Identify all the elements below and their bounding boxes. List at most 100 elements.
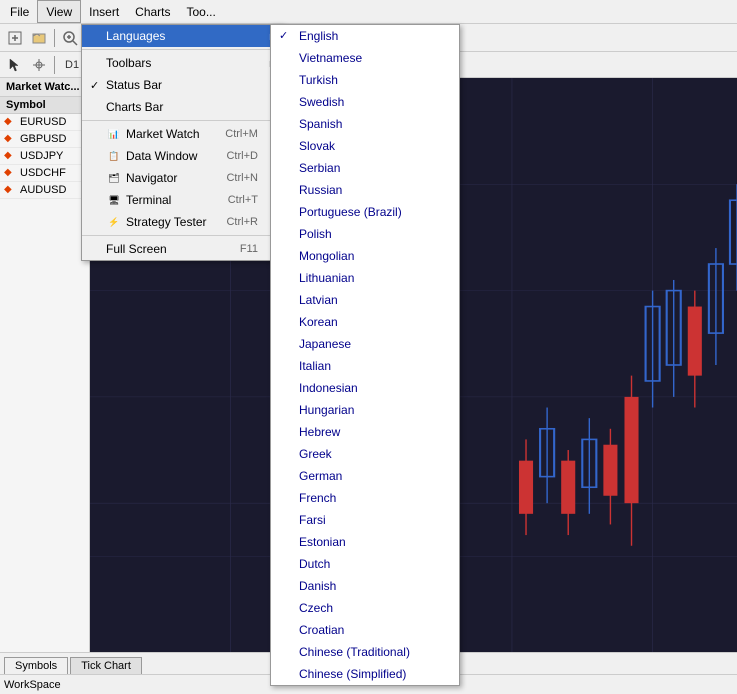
lang-item-danish[interactable]: Danish bbox=[271, 575, 459, 597]
menu-view[interactable]: View bbox=[37, 0, 81, 23]
lang-item-serbian[interactable]: Serbian bbox=[271, 157, 459, 179]
lang-item-label: German bbox=[299, 469, 342, 483]
view-toolbars[interactable]: Toolbars bbox=[82, 52, 282, 74]
lang-item-turkish[interactable]: Turkish bbox=[271, 69, 459, 91]
lang-item-indonesian[interactable]: Indonesian bbox=[271, 377, 459, 399]
lang-item-german[interactable]: German bbox=[271, 465, 459, 487]
languages-submenu: ✓EnglishVietnamese Turkish Swedish Spanish S… bbox=[270, 24, 460, 686]
terminal-menu-icon: 🖥 bbox=[106, 192, 122, 208]
lang-item-latvian[interactable]: Latvian bbox=[271, 289, 459, 311]
view-charts-bar-label: Charts Bar bbox=[106, 100, 163, 114]
lang-item-japanese[interactable]: Japanese bbox=[271, 333, 459, 355]
symbol-name-audusd: AUDUSD bbox=[20, 184, 66, 196]
lang-checkmark: ✓ bbox=[279, 29, 288, 42]
lang-item-portuguese--brazil-[interactable]: Portuguese (Brazil) bbox=[271, 201, 459, 223]
lang-item-french[interactable]: French bbox=[271, 487, 459, 509]
view-languages-label: Languages bbox=[106, 29, 165, 43]
sep-3 bbox=[54, 56, 55, 74]
tab-tick-chart[interactable]: Tick Chart bbox=[70, 657, 142, 674]
symbol-audusd[interactable]: ◆ AUDUSD bbox=[0, 182, 89, 199]
symbol-gbpusd[interactable]: ◆ GBPUSD bbox=[0, 131, 89, 148]
view-market-watch[interactable]: 📊 Market Watch Ctrl+M bbox=[82, 123, 282, 145]
lang-item-label: Hungarian bbox=[299, 403, 354, 417]
view-navigator[interactable]: 🗂 Navigator Ctrl+N bbox=[82, 167, 282, 189]
lang-item-farsi[interactable]: Farsi bbox=[271, 509, 459, 531]
lang-item-chinese--simplified-[interactable]: Chinese (Simplified) bbox=[271, 663, 459, 685]
lang-item-label: Serbian bbox=[299, 161, 340, 175]
lang-item-label: Portuguese (Brazil) bbox=[299, 205, 402, 219]
data-window-menu-icon: 📋 bbox=[106, 148, 122, 164]
view-terminal[interactable]: 🖥 Terminal Ctrl+T bbox=[82, 189, 282, 211]
lang-item-chinese--traditional-[interactable]: Chinese (Traditional) bbox=[271, 641, 459, 663]
view-full-screen-label: Full Screen bbox=[106, 242, 167, 256]
lang-item-label: Spanish bbox=[299, 117, 342, 131]
lang-item-slovak[interactable]: Slovak bbox=[271, 135, 459, 157]
view-full-screen[interactable]: Full Screen F11 bbox=[82, 238, 282, 260]
lang-item-label: Turkish bbox=[299, 73, 338, 87]
view-navigator-label: Navigator bbox=[126, 171, 177, 185]
lang-item-label: Chinese (Traditional) bbox=[299, 645, 410, 659]
lang-item-dutch[interactable]: Dutch bbox=[271, 553, 459, 575]
lang-item-mongolian[interactable]: Mongolian bbox=[271, 245, 459, 267]
view-strategy-tester[interactable]: ⚡ Strategy Tester Ctrl+R bbox=[82, 211, 282, 233]
view-strategy-tester-label: Strategy Tester bbox=[126, 215, 206, 229]
lang-item-label: Korean bbox=[299, 315, 338, 329]
lang-item-label: Japanese bbox=[299, 337, 351, 351]
zoom-in-btn[interactable] bbox=[59, 27, 81, 49]
cursor-btn[interactable] bbox=[4, 54, 26, 76]
view-market-watch-label: Market Watch bbox=[126, 127, 200, 141]
menu-charts[interactable]: Charts bbox=[127, 0, 178, 23]
lang-item-korean[interactable]: Korean bbox=[271, 311, 459, 333]
lang-item-label: Mongolian bbox=[299, 249, 354, 263]
lang-item-label: Indonesian bbox=[299, 381, 358, 395]
diamond-icon-5: ◆ bbox=[4, 184, 16, 196]
lang-item-label: Swedish bbox=[299, 95, 344, 109]
lang-item-english[interactable]: ✓English bbox=[271, 25, 459, 47]
view-languages[interactable]: Languages bbox=[82, 25, 282, 47]
menu-bar: File View Insert Charts Too... bbox=[0, 0, 737, 24]
view-sep-3 bbox=[82, 235, 282, 236]
symbol-eurusd[interactable]: ◆ EURUSD bbox=[0, 114, 89, 131]
lang-item-vietnamese[interactable]: Vietnamese bbox=[271, 47, 459, 69]
lang-item-label: Greek bbox=[299, 447, 332, 461]
status-bar-check: ✓ bbox=[90, 79, 99, 92]
market-watch-header: Market Watc... bbox=[0, 78, 89, 97]
symbol-usdchf[interactable]: ◆ USDCHF bbox=[0, 165, 89, 182]
symbol-name-usdjpy: USDJPY bbox=[20, 150, 63, 162]
menu-insert[interactable]: Insert bbox=[81, 0, 127, 23]
lang-item-estonian[interactable]: Estonian bbox=[271, 531, 459, 553]
menu-file[interactable]: File bbox=[2, 0, 37, 23]
view-data-window[interactable]: 📋 Data Window Ctrl+D bbox=[82, 145, 282, 167]
lang-item-croatian[interactable]: Croatian bbox=[271, 619, 459, 641]
market-watch-shortcut: Ctrl+M bbox=[225, 128, 258, 140]
lang-item-hebrew[interactable]: Hebrew bbox=[271, 421, 459, 443]
view-status-bar[interactable]: ✓ Status Bar bbox=[82, 74, 282, 96]
lang-item-czech[interactable]: Czech bbox=[271, 597, 459, 619]
view-charts-bar[interactable]: Charts Bar bbox=[82, 96, 282, 118]
view-sep-1 bbox=[82, 49, 282, 50]
lang-item-label: Farsi bbox=[299, 513, 326, 527]
diamond-icon-4: ◆ bbox=[4, 167, 16, 179]
lang-item-label: Russian bbox=[299, 183, 342, 197]
diamond-icon: ◆ bbox=[4, 116, 16, 128]
lang-item-spanish[interactable]: Spanish bbox=[271, 113, 459, 135]
crosshair-btn[interactable] bbox=[28, 54, 50, 76]
symbol-usdjpy[interactable]: ◆ USDJPY bbox=[0, 148, 89, 165]
new-chart-btn[interactable] bbox=[4, 27, 26, 49]
lang-item-italian[interactable]: Italian bbox=[271, 355, 459, 377]
symbol-column-header: Symbol bbox=[0, 97, 89, 114]
lang-item-lithuanian[interactable]: Lithuanian bbox=[271, 267, 459, 289]
lang-item-label: Slovak bbox=[299, 139, 335, 153]
strategy-tester-shortcut: Ctrl+R bbox=[226, 216, 257, 228]
lang-item-polish[interactable]: Polish bbox=[271, 223, 459, 245]
lang-item-russian[interactable]: Russian bbox=[271, 179, 459, 201]
menu-tools[interactable]: Too... bbox=[179, 0, 224, 23]
lang-item-greek[interactable]: Greek bbox=[271, 443, 459, 465]
lang-item-hungarian[interactable]: Hungarian bbox=[271, 399, 459, 421]
tab-symbols[interactable]: Symbols bbox=[4, 657, 68, 674]
open-btn[interactable] bbox=[28, 27, 50, 49]
navigator-shortcut: Ctrl+N bbox=[226, 172, 257, 184]
lang-item-swedish[interactable]: Swedish bbox=[271, 91, 459, 113]
symbol-name-gbpusd: GBPUSD bbox=[20, 133, 66, 145]
market-watch-menu-icon: 📊 bbox=[106, 126, 122, 142]
